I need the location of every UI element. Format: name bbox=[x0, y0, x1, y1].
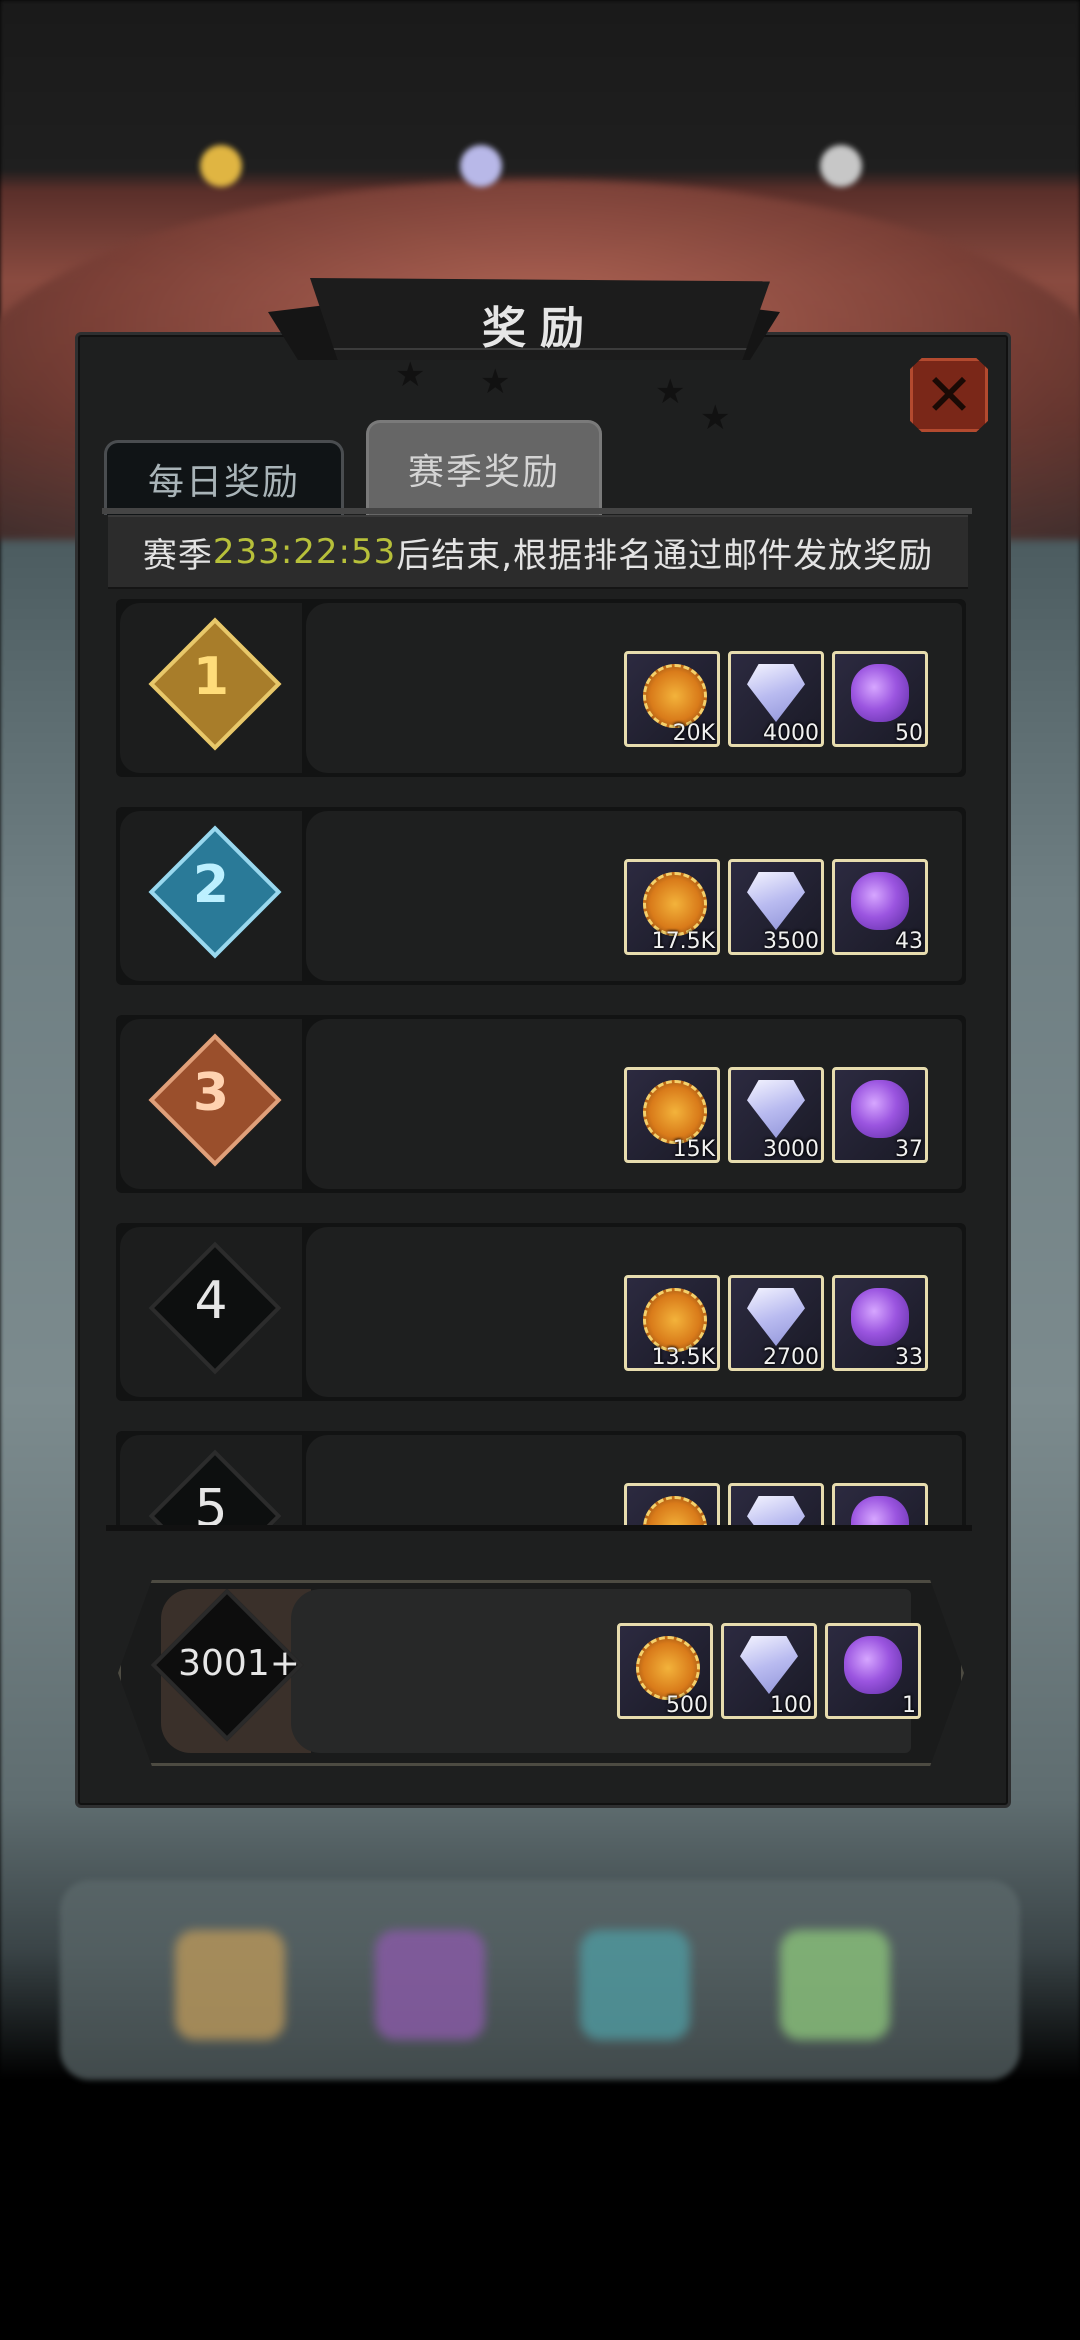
my-rank-row: 3001+ 500 100 1 bbox=[118, 1580, 964, 1766]
close-button[interactable]: ✕ bbox=[910, 358, 988, 432]
reward-item[interactable] bbox=[624, 1483, 720, 1525]
orb-icon bbox=[851, 872, 909, 930]
reward-item[interactable]: 50 bbox=[832, 651, 928, 747]
star-icon: ★ bbox=[700, 398, 731, 438]
rank-badge-gold: 1 bbox=[148, 617, 282, 751]
reward-item[interactable]: 4000 bbox=[728, 651, 824, 747]
quill-icon bbox=[820, 145, 862, 187]
coin-icon bbox=[643, 664, 707, 728]
reward-item[interactable]: 2700 bbox=[728, 1275, 824, 1371]
reward-item[interactable]: 13.5K bbox=[624, 1275, 720, 1371]
gem-icon bbox=[740, 1636, 798, 1694]
reward-quantity: 4000 bbox=[763, 721, 819, 746]
rank-number: 4 bbox=[194, 1271, 228, 1331]
reward-items: 17.5K 3500 43 bbox=[624, 859, 928, 955]
resource-bar bbox=[0, 135, 1080, 205]
gem-icon bbox=[747, 664, 805, 722]
reward-quantity: 3500 bbox=[763, 929, 819, 954]
reward-item[interactable]: 17.5K bbox=[624, 859, 720, 955]
reward-items: 500 100 1 bbox=[617, 1623, 921, 1719]
panel-title: 奖励 bbox=[482, 303, 598, 354]
reward-quantity: 43 bbox=[895, 929, 923, 954]
coin-icon bbox=[643, 872, 707, 936]
reward-quantity: 50 bbox=[895, 721, 923, 746]
reward-quantity: 17.5K bbox=[651, 929, 715, 954]
gem-icon bbox=[747, 872, 805, 930]
background-nav-icon bbox=[375, 1930, 485, 2040]
coin-icon bbox=[200, 145, 242, 187]
gem-icon bbox=[460, 145, 502, 187]
orb-icon bbox=[844, 1636, 902, 1694]
reward-item[interactable]: 100 bbox=[721, 1623, 817, 1719]
rank-number: 5 bbox=[194, 1479, 228, 1531]
reward-items: 20K 4000 50 bbox=[624, 651, 928, 747]
rank-reward-list[interactable]: 1 20K 4000 50 2 17.5K 3500 43 3 15K 3000… bbox=[106, 595, 972, 1531]
reward-item[interactable]: 500 bbox=[617, 1623, 713, 1719]
reward-item[interactable]: 3000 bbox=[728, 1067, 824, 1163]
orb-icon bbox=[851, 1288, 909, 1346]
reward-quantity: 13.5K bbox=[651, 1345, 715, 1370]
season-countdown: 233:22:53 bbox=[212, 532, 397, 572]
rank-number: 3 bbox=[192, 1063, 230, 1123]
orb-icon bbox=[851, 664, 909, 722]
coin-icon bbox=[643, 1496, 707, 1525]
reward-items: 13.5K 2700 33 bbox=[624, 1275, 928, 1371]
gem-icon bbox=[747, 1080, 805, 1138]
orb-icon bbox=[851, 1496, 909, 1525]
star-icon: ★ bbox=[480, 362, 511, 402]
reward-item[interactable]: 43 bbox=[832, 859, 928, 955]
coin-icon bbox=[636, 1636, 700, 1700]
rank-badge-silver: 2 bbox=[148, 825, 282, 959]
season-info-text: 后结束,根据排名通过邮件发放奖励 bbox=[396, 535, 934, 576]
reward-item[interactable]: 3500 bbox=[728, 859, 824, 955]
reward-quantity: 2700 bbox=[763, 1345, 819, 1370]
reward-item[interactable] bbox=[728, 1483, 824, 1525]
my-rank-number: 3001+ bbox=[178, 1643, 300, 1684]
rank-badge-bronze: 3 bbox=[148, 1033, 282, 1167]
coin-icon bbox=[643, 1080, 707, 1144]
tab-daily-rewards[interactable]: 每日奖励 bbox=[104, 440, 344, 515]
rank-number: 2 bbox=[192, 855, 230, 915]
background-nav-icon bbox=[175, 1930, 285, 2040]
reward-item[interactable]: 20K bbox=[624, 651, 720, 747]
rank-row-5: 5 bbox=[116, 1431, 966, 1531]
reward-item[interactable] bbox=[832, 1483, 928, 1525]
tab-season-rewards[interactable]: 赛季奖励 bbox=[366, 420, 602, 515]
reward-quantity: 37 bbox=[895, 1137, 923, 1162]
reward-item[interactable]: 1 bbox=[825, 1623, 921, 1719]
reward-quantity: 500 bbox=[666, 1693, 708, 1718]
orb-icon bbox=[851, 1080, 909, 1138]
reward-quantity: 3000 bbox=[763, 1137, 819, 1162]
tab-divider bbox=[102, 508, 972, 514]
reward-quantity: 33 bbox=[895, 1345, 923, 1370]
rank-row-1: 1 20K 4000 50 bbox=[116, 599, 966, 777]
reward-item[interactable]: 37 bbox=[832, 1067, 928, 1163]
reward-quantity: 15K bbox=[672, 1137, 715, 1162]
season-label: 赛季 bbox=[142, 535, 213, 576]
gem-icon bbox=[747, 1288, 805, 1346]
reward-items bbox=[624, 1483, 928, 1525]
rank-number: 1 bbox=[192, 647, 230, 707]
background-nav-icon bbox=[780, 1930, 890, 2040]
rank-row-2: 2 17.5K 3500 43 bbox=[116, 807, 966, 985]
star-icon: ★ bbox=[395, 355, 426, 395]
star-icon: ★ bbox=[655, 372, 686, 412]
rank-badge-plain: 5 bbox=[148, 1449, 282, 1531]
title-ribbon: 奖励 bbox=[310, 278, 770, 360]
reward-quantity: 20K bbox=[672, 721, 715, 746]
reward-items: 15K 3000 37 bbox=[624, 1067, 928, 1163]
rank-badge-plain: 4 bbox=[148, 1241, 282, 1375]
rank-row-4: 4 13.5K 2700 33 bbox=[116, 1223, 966, 1401]
reward-item[interactable]: 33 bbox=[832, 1275, 928, 1371]
background-nav-icon bbox=[580, 1930, 690, 2040]
coin-icon bbox=[643, 1288, 707, 1352]
reward-quantity: 100 bbox=[770, 1693, 812, 1718]
rank-row-3: 3 15K 3000 37 bbox=[116, 1015, 966, 1193]
gem-icon bbox=[747, 1496, 805, 1525]
close-icon: ✕ bbox=[924, 361, 974, 429]
season-info-banner: 赛季 233:22:53 后结束,根据排名通过邮件发放奖励 bbox=[108, 515, 968, 589]
reward-quantity: 1 bbox=[902, 1693, 916, 1718]
reward-item[interactable]: 15K bbox=[624, 1067, 720, 1163]
